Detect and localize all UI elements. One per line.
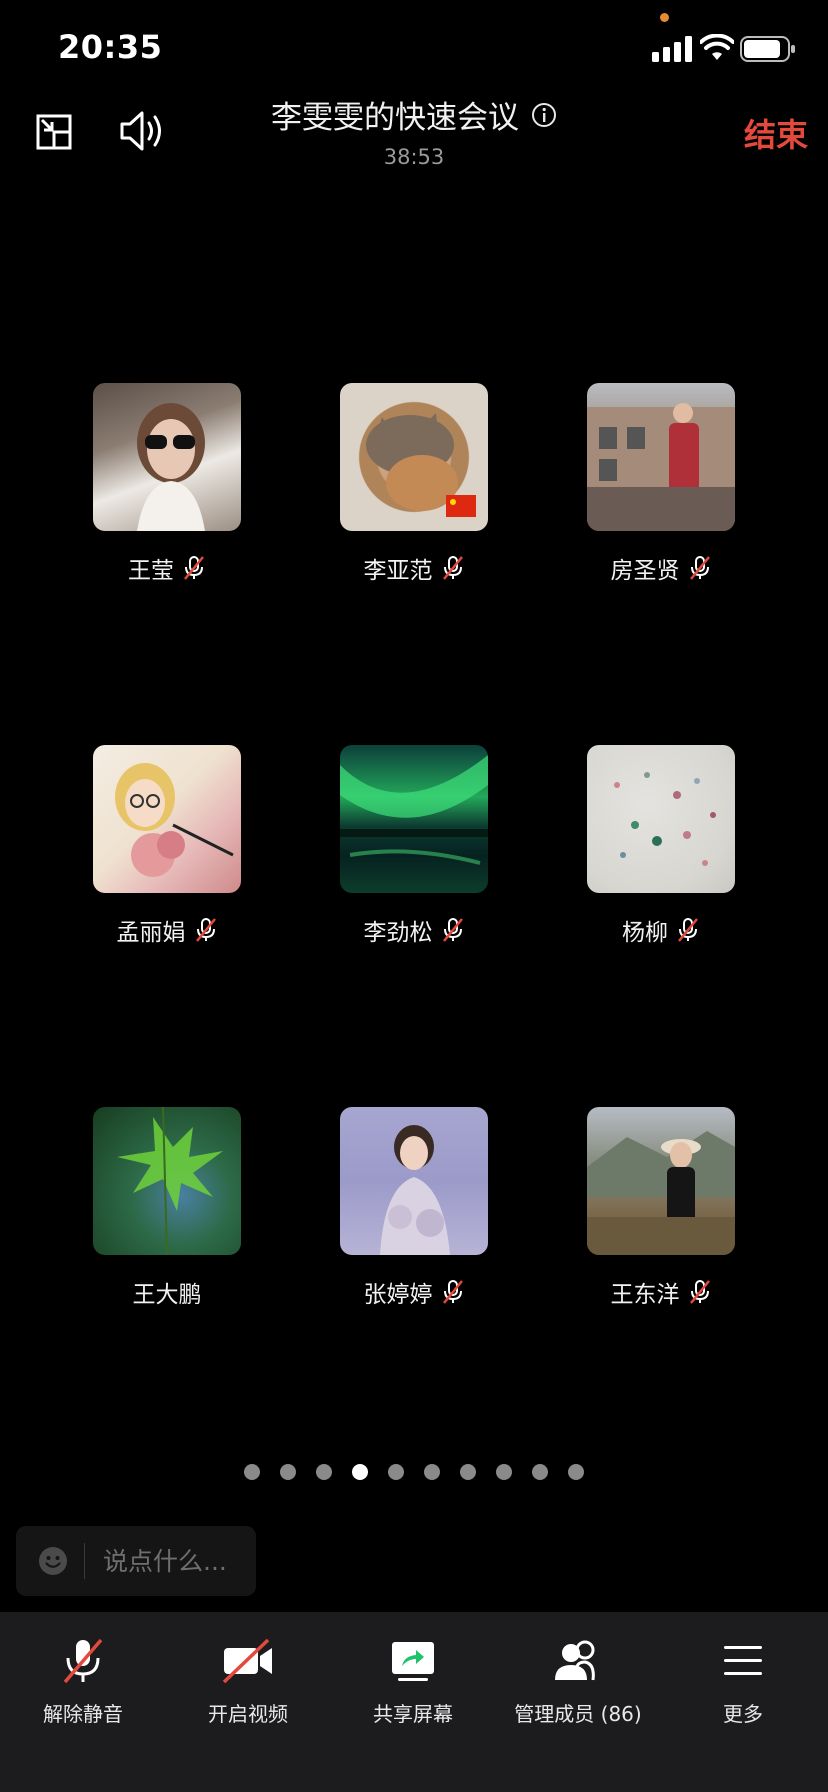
share-screen-button[interactable]: 共享屏幕 — [330, 1636, 496, 1727]
page-dot[interactable] — [496, 1464, 512, 1480]
battery-icon — [740, 36, 795, 62]
more-button[interactable]: 更多 — [660, 1636, 826, 1727]
mic-muted-icon — [678, 918, 698, 942]
meeting-toolbar: 解除静音 开启视频 共享屏幕 管理成员 (86) 更多 — [0, 1612, 828, 1792]
avatar — [587, 745, 735, 893]
unmute-button[interactable]: 解除静音 — [0, 1636, 166, 1727]
page-indicator[interactable] — [0, 1464, 828, 1480]
participant-name: 王大鹏 — [132, 1282, 202, 1308]
video-off-icon — [222, 1638, 272, 1684]
avatar — [587, 1107, 735, 1255]
share-screen-label: 共享屏幕 — [373, 1702, 453, 1726]
participant-tile[interactable]: 李亚范 — [314, 383, 514, 623]
start-video-button[interactable]: 开启视频 — [165, 1636, 331, 1727]
participant-name: 王东洋 — [610, 1282, 680, 1308]
start-video-label: 开启视频 — [208, 1702, 288, 1726]
cellular-signal-icon — [652, 36, 692, 62]
chat-divider — [84, 1543, 85, 1579]
manage-members-label: 管理成员 (86) — [514, 1702, 642, 1726]
participant-tile[interactable]: 房圣贤 — [561, 383, 761, 623]
manage-members-button[interactable]: 管理成员 (86) — [495, 1636, 661, 1727]
mic-muted-icon — [689, 1280, 710, 1304]
page-dot[interactable] — [460, 1464, 476, 1480]
participant-tile[interactable]: 张婷婷 — [314, 1107, 514, 1347]
page-dot[interactable] — [388, 1464, 404, 1480]
chat-input-bar[interactable] — [16, 1526, 256, 1596]
participant-name: 张婷婷 — [363, 1282, 433, 1308]
mic-muted-icon — [442, 556, 463, 580]
participant-name: 房圣贤 — [610, 558, 680, 584]
participant-tile[interactable]: 王莹 — [67, 383, 267, 623]
page-dot-active[interactable] — [352, 1464, 368, 1480]
meeting-timer: 38:53 — [383, 145, 445, 169]
avatar — [587, 383, 735, 531]
status-time: 20:35 — [58, 28, 163, 66]
page-dot[interactable] — [280, 1464, 296, 1480]
participant-grid: 王莹 李亚范 房圣贤 孟丽娟 李劲松 杨柳 王大鹏 张婷婷 王东洋 — [0, 0, 828, 1792]
participant-tile[interactable]: 杨柳 — [561, 745, 761, 985]
privacy-indicator-dot — [660, 13, 669, 22]
meeting-title-block: 李雯雯的快速会议 38:53 — [0, 92, 828, 169]
info-icon[interactable] — [531, 102, 557, 128]
menu-icon — [724, 1646, 762, 1675]
chat-input[interactable] — [101, 1545, 255, 1577]
participant-name: 王莹 — [128, 558, 174, 584]
page-dot[interactable] — [244, 1464, 260, 1480]
participant-name: 孟丽娟 — [116, 920, 186, 946]
participant-tile[interactable]: 王大鹏 — [67, 1107, 267, 1347]
participant-tile[interactable]: 孟丽娟 — [67, 745, 267, 985]
page-dot[interactable] — [424, 1464, 440, 1480]
wifi-icon — [700, 34, 734, 60]
participant-name: 李劲松 — [363, 920, 433, 946]
unmute-label: 解除静音 — [43, 1702, 123, 1726]
participant-name: 杨柳 — [622, 920, 668, 946]
participant-tile[interactable]: 李劲松 — [314, 745, 514, 985]
status-bar: 20:35 — [0, 0, 828, 100]
mic-muted-icon — [63, 1638, 103, 1684]
mic-muted-icon — [184, 556, 204, 580]
mic-muted-icon — [442, 918, 463, 942]
avatar — [93, 1107, 241, 1255]
meeting-title: 李雯雯的快速会议 — [271, 100, 519, 136]
page-dot[interactable] — [316, 1464, 332, 1480]
avatar — [340, 745, 488, 893]
meeting-screen: 20:35 李雯雯的快速会议 38:53 结束 王莹 李亚范 房圣贤 孟丽娟 李… — [0, 0, 828, 1792]
share-screen-icon — [392, 1642, 434, 1681]
mic-muted-icon — [442, 1280, 463, 1304]
avatar — [340, 383, 488, 531]
page-dot[interactable] — [532, 1464, 548, 1480]
emoji-icon[interactable] — [38, 1546, 68, 1576]
meeting-header: 李雯雯的快速会议 38:53 结束 — [0, 90, 828, 180]
members-icon — [555, 1640, 595, 1681]
avatar — [93, 383, 241, 531]
mic-muted-icon — [195, 918, 216, 942]
avatar — [93, 745, 241, 893]
participant-tile[interactable]: 王东洋 — [561, 1107, 761, 1347]
page-dot[interactable] — [568, 1464, 584, 1480]
avatar — [340, 1107, 488, 1255]
more-label: 更多 — [723, 1702, 763, 1726]
participant-name: 李亚范 — [363, 558, 433, 584]
mic-muted-icon — [689, 556, 710, 580]
end-meeting-button[interactable]: 结束 — [744, 110, 808, 156]
